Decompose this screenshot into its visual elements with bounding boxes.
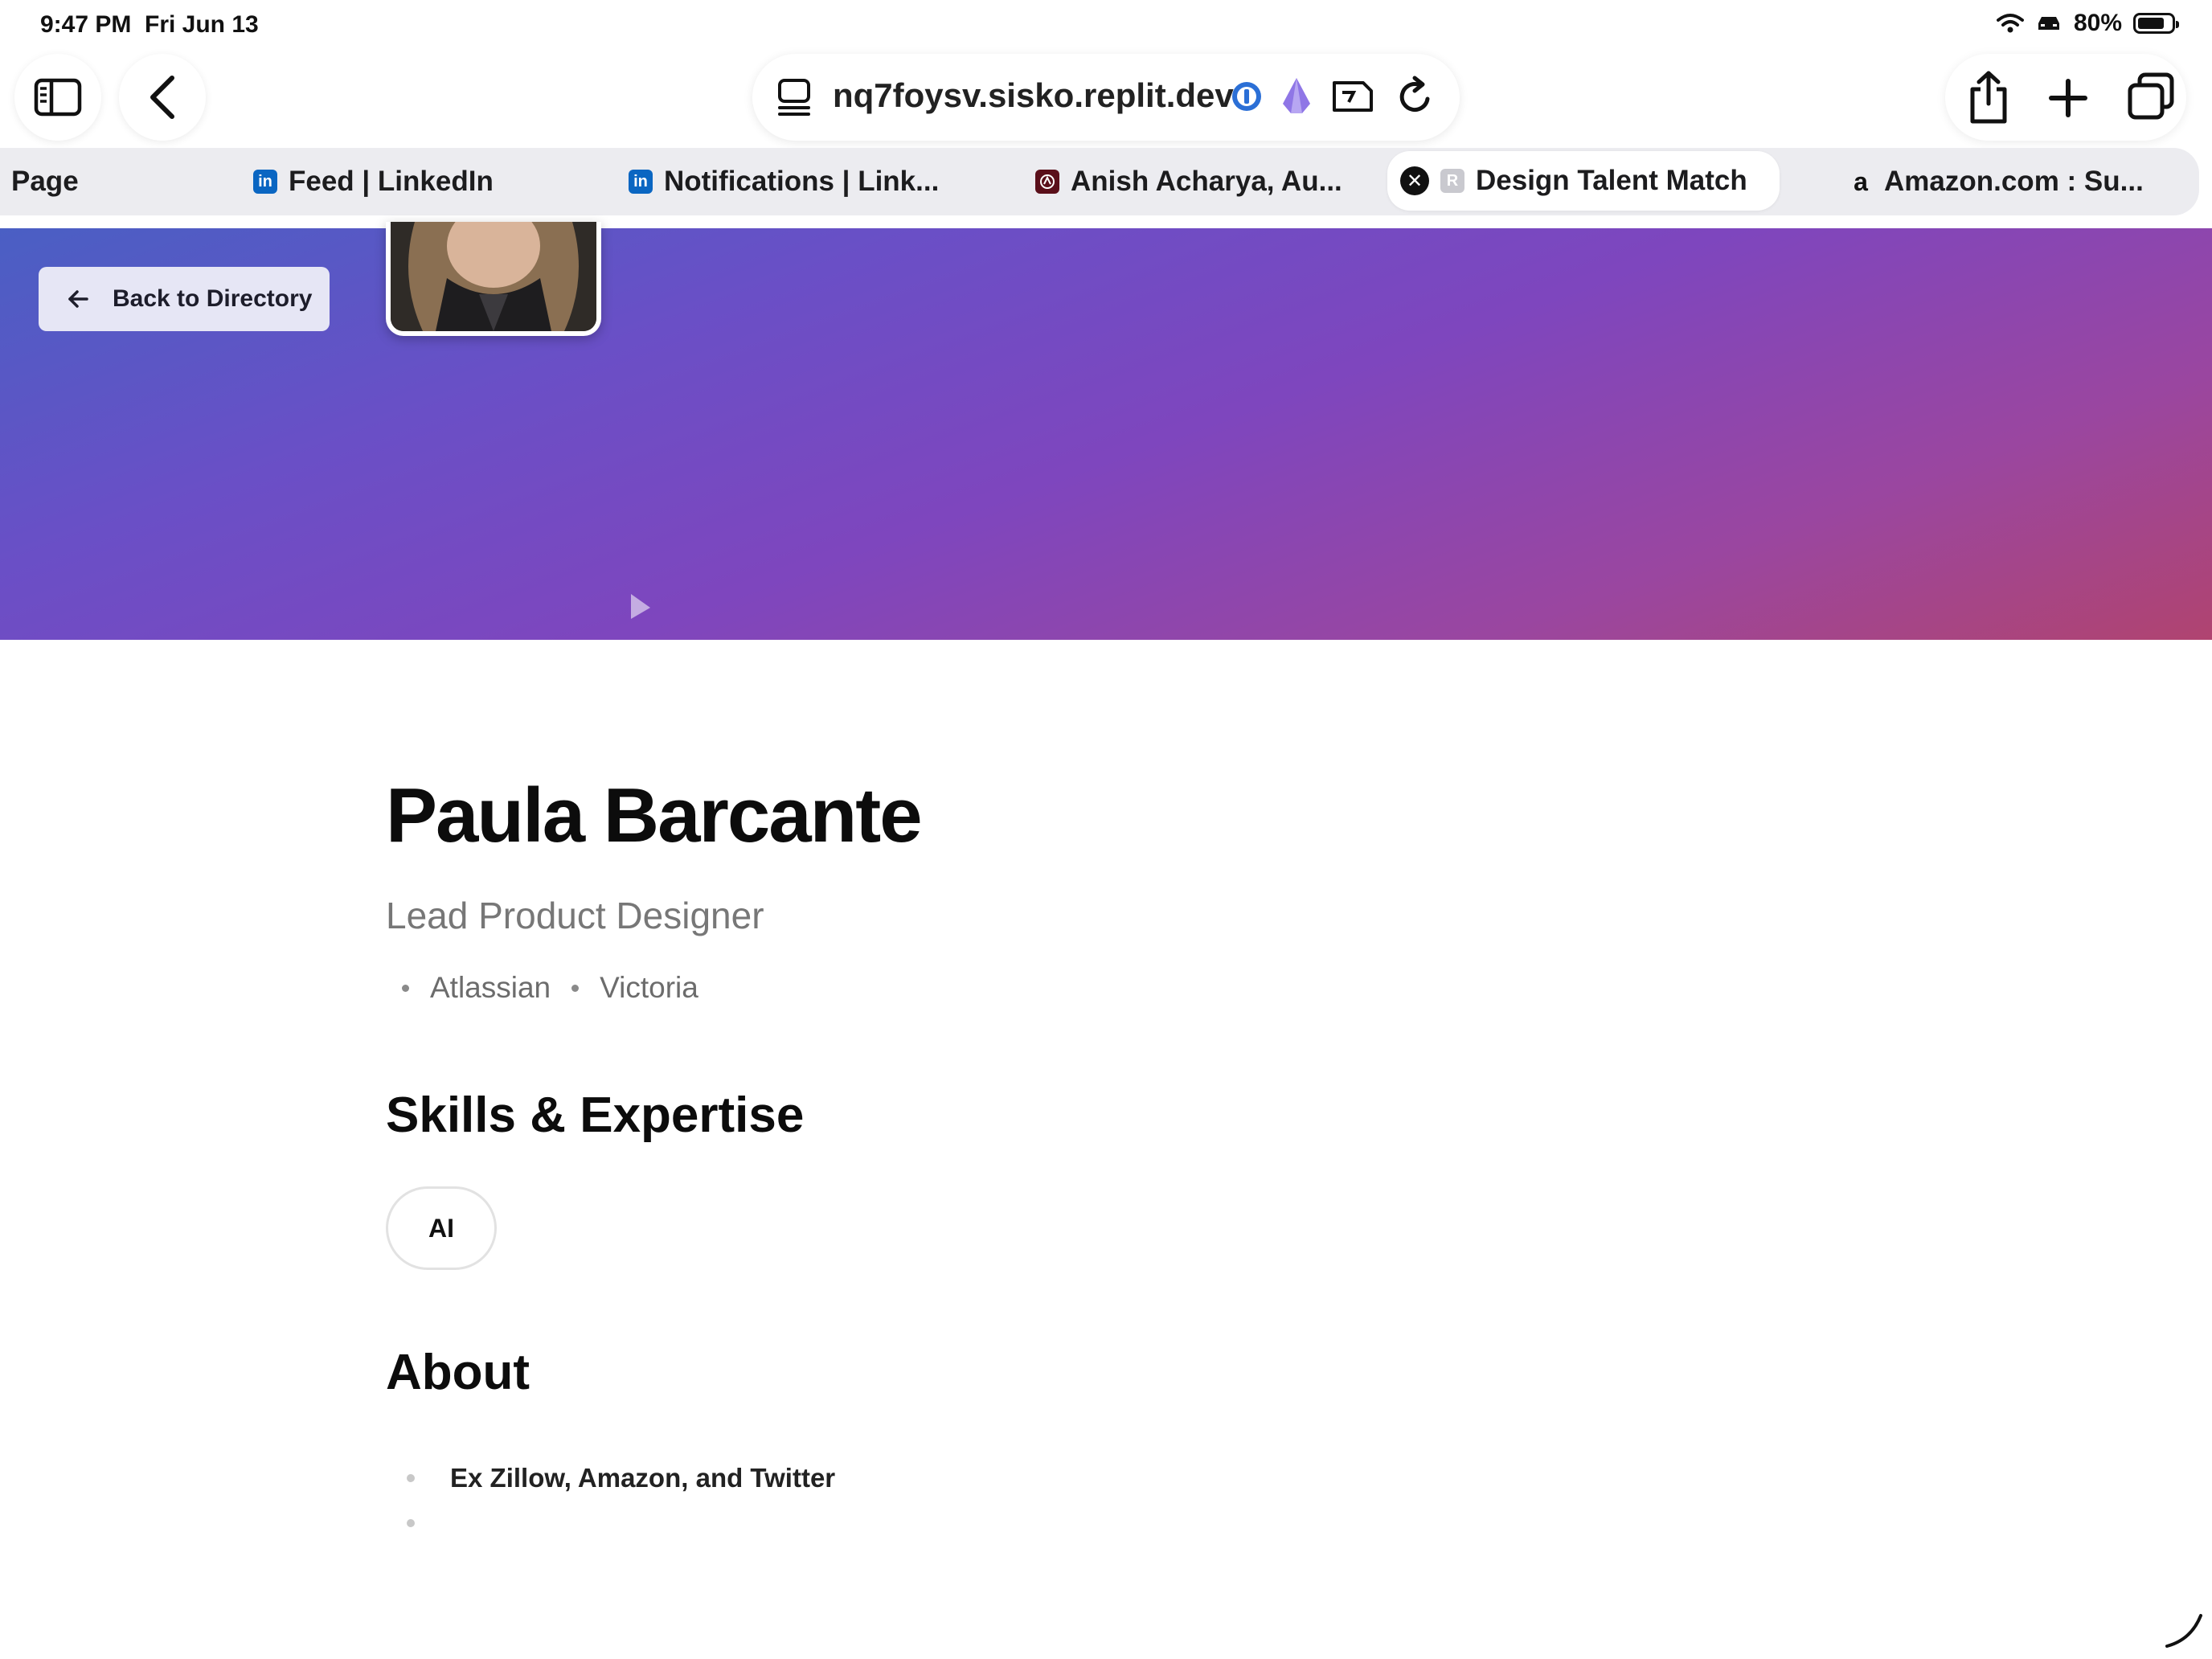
scroll-indicator-icon [2165, 1614, 2202, 1648]
tab-label: Amazon.com : Su... [1884, 166, 2144, 197]
tab-label: Page [11, 166, 79, 197]
car-icon [2038, 17, 2059, 30]
separator-dot [402, 984, 409, 992]
tab-anish-acharya[interactable]: Anish Acharya, Au... [1035, 148, 1342, 215]
amazon-icon: a [1854, 166, 1868, 196]
translate-icon[interactable] [1331, 78, 1376, 115]
reload-icon[interactable] [1395, 75, 1436, 118]
site-icon [1035, 170, 1059, 194]
linkedin-icon: in [253, 170, 277, 194]
share-icon[interactable] [1968, 70, 2009, 125]
status-bar: 9:47 PM Fri Jun 13 80% [0, 0, 2212, 50]
url-text[interactable]: nq7foysv.sisko.replit.dev [833, 76, 1234, 115]
back-chevron-icon [150, 76, 174, 119]
status-time: 9:47 PM [40, 11, 132, 38]
sidebar-toggle-button[interactable] [14, 54, 101, 141]
tab-feed-linkedin[interactable]: in Feed | LinkedIn [253, 148, 494, 215]
sidebar-icon [34, 78, 82, 117]
about-heading: About [386, 1345, 530, 1400]
profile-meta: Atlassian Victoria [402, 971, 698, 1005]
tab-amazon[interactable]: a Amazon.com : Su... [1849, 148, 2144, 215]
profile-company: Atlassian [430, 971, 551, 1004]
tab-notifications-linkedin[interactable]: in Notifications | Link... [629, 148, 939, 215]
tab-overview-icon [778, 79, 810, 116]
tab-label: Design Talent Match [1476, 165, 1747, 196]
separator-dot [571, 984, 580, 992]
tab-design-talent-match[interactable]: ✕ R Design Talent Match [1387, 151, 1780, 211]
password-manager-icon[interactable] [1230, 80, 1264, 113]
battery-icon [2133, 13, 2179, 34]
pointer-cursor-icon [631, 594, 650, 619]
status-indicators: 80% [1996, 10, 2179, 37]
back-button-label: Back to Directory [113, 285, 313, 312]
battery-percent: 80% [2073, 10, 2122, 36]
bullet [407, 1519, 415, 1527]
about-list-item: Ex Zillow, Amazon, and Twitter [407, 1463, 835, 1493]
close-tab-icon[interactable]: ✕ [1400, 166, 1429, 195]
back-to-directory-button[interactable]: Back to Directory [39, 267, 330, 331]
tab-page[interactable]: Page [11, 148, 79, 215]
about-item-text: Ex Zillow, Amazon, and Twitter [450, 1463, 836, 1493]
tab-label: Notifications | Link... [664, 166, 940, 197]
tab-bar: Page in Feed | LinkedIn in Notifications… [0, 148, 2199, 215]
profile-job-title: Lead Product Designer [386, 895, 764, 936]
arrow-left-icon [68, 290, 88, 308]
extension-icon[interactable] [1281, 76, 1312, 115]
linkedin-icon: in [629, 170, 653, 194]
bullet [407, 1474, 415, 1482]
profile-hero-banner: Back to Directory [0, 222, 2212, 640]
new-tab-icon[interactable] [2048, 78, 2088, 118]
address-bar[interactable]: nq7foysv.sisko.replit.dev [752, 54, 1460, 141]
tabs-icon[interactable] [2127, 72, 2175, 121]
wifi-icon [1996, 14, 2024, 33]
tab-label: Anish Acharya, Au... [1071, 166, 1342, 197]
profile-name: Paula Barcante [386, 772, 923, 858]
replit-icon: R [1440, 169, 1464, 193]
avatar [386, 222, 601, 336]
browser-toolbar: nq7foysv.sisko.replit.dev [0, 50, 2212, 145]
toolbar-right-group [1945, 54, 2186, 141]
tab-label: Feed | LinkedIn [289, 166, 494, 197]
skills-heading: Skills & Expertise [386, 1088, 805, 1143]
status-date: Fri Jun 13 [145, 11, 259, 38]
skill-chip: AI [386, 1186, 497, 1270]
about-list-item [407, 1519, 450, 1527]
profile-location: Victoria [600, 971, 698, 1004]
back-button[interactable] [119, 54, 206, 141]
